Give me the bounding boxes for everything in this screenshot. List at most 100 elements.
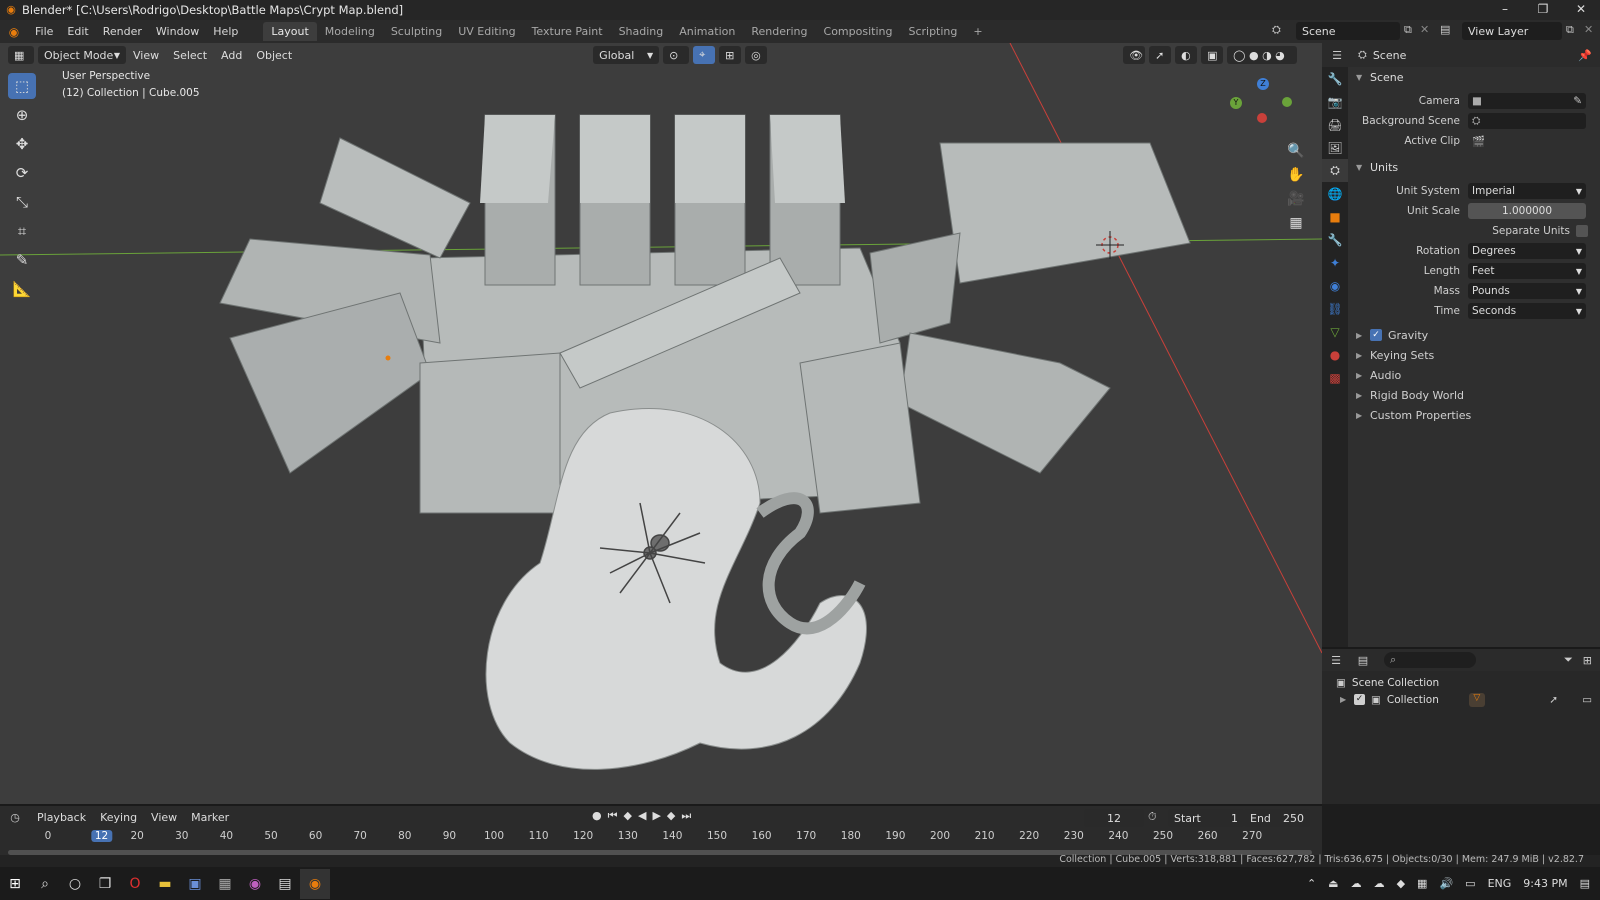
play-icon[interactable]: ▶ (652, 809, 660, 823)
timeline-menu-view[interactable]: View (144, 811, 184, 824)
rigid-body-world-panel[interactable]: ▶ Rigid Body World (1348, 385, 1600, 405)
scene-render[interactable] (0, 43, 1322, 804)
blender-menu-icon[interactable]: ◉ (0, 25, 28, 39)
neg-y-axis-handle[interactable] (1282, 97, 1292, 107)
view-layer-tab-icon[interactable]: 🖼 (1322, 136, 1348, 159)
material-tab-icon[interactable]: ● (1322, 343, 1348, 366)
selectable-toggle-icon[interactable]: ➚ (1549, 694, 1558, 706)
tab-uv-editing[interactable]: UV Editing (450, 22, 523, 41)
frame-ruler[interactable]: 0 12 20 30 40 50 60 70 80 90 100 110 120 130 140 150 160… (0, 830, 1322, 846)
texture-tab-icon[interactable]: ▩ (1322, 366, 1348, 389)
3d-viewport[interactable]: ▦ Object Mode ▼ View Select Add Object Gl… (0, 43, 1322, 804)
calculator-icon[interactable]: ▤ (270, 869, 300, 899)
stopwatch-icon[interactable]: ⏱ (1148, 810, 1157, 824)
outliner-search-input[interactable]: ⌕ (1384, 652, 1476, 668)
collection-include-checkbox[interactable]: ✓ (1354, 694, 1365, 705)
y-axis-handle[interactable]: Y (1230, 97, 1242, 109)
add-workspace-button[interactable]: + (965, 22, 990, 41)
unit-system-dropdown[interactable]: Imperial ▼ (1468, 183, 1586, 199)
volume-icon[interactable]: 🔊 (1439, 877, 1453, 890)
viewport-menu-select[interactable]: Select (166, 49, 214, 62)
timeline-editor-type-icon[interactable]: ◷ (0, 811, 30, 824)
crypt-map-mesh[interactable] (219, 114, 1191, 770)
length-dropdown[interactable]: Feet ▼ (1468, 263, 1586, 279)
close-button[interactable]: ✕ (1562, 0, 1600, 20)
transform-tool-icon[interactable]: ⌗ (8, 218, 36, 244)
notifications-icon[interactable]: ▤ (1580, 877, 1590, 890)
play-reverse-icon[interactable]: ◀ (638, 809, 646, 823)
x-axis-handle[interactable] (1257, 113, 1267, 123)
expand-arrow-icon[interactable]: ▶ (1340, 695, 1348, 704)
object-tab-icon[interactable]: ■ (1322, 205, 1348, 228)
delete-scene-icon[interactable]: ✕ (1420, 23, 1429, 36)
tab-shading[interactable]: Shading (611, 22, 672, 41)
tab-sculpting[interactable]: Sculpting (383, 22, 450, 41)
pivot-point-icon[interactable]: ⊙ (663, 46, 690, 64)
tab-rendering[interactable]: Rendering (743, 22, 815, 41)
cursor-tool-icon[interactable]: ⊕ (8, 102, 36, 128)
pin-icon[interactable]: 📌 (1578, 49, 1592, 62)
z-axis-handle[interactable]: Z (1257, 78, 1269, 90)
world-tab-icon[interactable]: 🌐 (1322, 182, 1348, 205)
view-layer-field[interactable]: View Layer (1462, 22, 1562, 40)
camera-view-icon[interactable]: 🎥 (1284, 187, 1308, 211)
task-view-icon[interactable]: ❐ (90, 869, 120, 899)
ortho-grid-icon[interactable]: ▦ (1284, 211, 1308, 235)
collection-row[interactable]: ▶ ✓ ▣ Collection ▽ ➚ ▭ (1322, 691, 1600, 708)
file-explorer-icon[interactable]: ▬ (150, 869, 180, 899)
properties-editor-type-icon[interactable]: ☰ (1322, 49, 1352, 62)
constraints-tab-icon[interactable]: ⛓ (1322, 297, 1348, 320)
onedrive-icon[interactable]: ☁ (1351, 877, 1362, 890)
separate-units-checkbox[interactable] (1576, 225, 1588, 237)
viewport-menu-add[interactable]: Add (214, 49, 249, 62)
zoom-icon[interactable]: 🔍 (1284, 139, 1308, 163)
gravity-panel[interactable]: ▶ ✓ Gravity (1348, 325, 1600, 345)
display-mode-icon[interactable]: ▤ (1350, 654, 1376, 667)
filter-icon[interactable]: ⏷ (1564, 653, 1573, 667)
measure-tool-icon[interactable]: 📐 (8, 276, 36, 302)
viewport-menu-view[interactable]: View (126, 49, 166, 62)
audio-panel[interactable]: ▶ Audio (1348, 365, 1600, 385)
editor-type-icon[interactable]: ▦ (8, 46, 34, 64)
tab-compositing[interactable]: Compositing (816, 22, 901, 41)
physics-tab-icon[interactable]: ◉ (1322, 274, 1348, 297)
tab-layout[interactable]: Layout (263, 22, 317, 41)
start-frame-field[interactable]: Start 1 (1168, 809, 1244, 827)
delete-view-layer-icon[interactable]: ✕ (1584, 23, 1593, 36)
start-menu-icon[interactable]: ⊞ (0, 869, 30, 899)
menu-window[interactable]: Window (149, 25, 206, 38)
navigation-gizmo[interactable]: Z Y (1230, 75, 1300, 145)
jump-end-icon[interactable]: ⏭ (681, 809, 691, 823)
taskbar-search-icon[interactable]: ⌕ (30, 869, 60, 899)
scene-selector-icon[interactable]: ⛭ (1272, 23, 1281, 37)
jump-start-icon[interactable]: ⏮ (608, 809, 618, 823)
display-icon[interactable]: ▭ (1465, 877, 1475, 890)
collection-contents-icon[interactable]: ▽ (1468, 692, 1485, 707)
usb-icon[interactable]: ⏏ (1328, 877, 1338, 890)
keying-sets-panel[interactable]: ▶ Keying Sets (1348, 345, 1600, 365)
timeline-menu-marker[interactable]: Marker (184, 811, 236, 824)
scene-panel-header[interactable]: ▼ Scene (1348, 67, 1600, 87)
background-scene-field[interactable]: ⛭ (1468, 113, 1586, 129)
snap-toggle-icon[interactable]: ⌖ (693, 46, 716, 64)
menu-edit[interactable]: Edit (60, 25, 95, 38)
record-icon[interactable]: ● (592, 809, 602, 823)
unit-scale-field[interactable]: 1.000000 (1468, 203, 1586, 219)
menu-render[interactable]: Render (96, 25, 149, 38)
scene-tab-icon[interactable]: ⛭ (1322, 159, 1348, 182)
viewport-menu-object[interactable]: Object (249, 49, 299, 62)
timeline-menu-playback[interactable]: Playback (30, 811, 93, 824)
end-frame-field[interactable]: End 250 (1244, 809, 1310, 827)
data-tab-icon[interactable]: ▽ (1322, 320, 1348, 343)
tab-texture-paint[interactable]: Texture Paint (524, 22, 611, 41)
cloud-icon[interactable]: ☁ (1374, 877, 1385, 890)
custom-properties-panel[interactable]: ▶ Custom Properties (1348, 405, 1600, 425)
outliner-editor-type-icon[interactable]: ☰ (1322, 654, 1350, 667)
current-frame-field[interactable]: 12 (1084, 809, 1144, 827)
particles-tab-icon[interactable]: ✦ (1322, 251, 1348, 274)
units-panel-header[interactable]: ▼ Units (1348, 157, 1600, 177)
render-toggle-icon[interactable]: ▭ (1582, 694, 1592, 706)
xray-toggle-icon[interactable]: ▣ (1201, 46, 1224, 64)
shading-mode-buttons[interactable]: ◯ ● ◑ ◕ (1227, 46, 1298, 64)
active-clip-field[interactable]: 🎬 (1468, 133, 1586, 149)
